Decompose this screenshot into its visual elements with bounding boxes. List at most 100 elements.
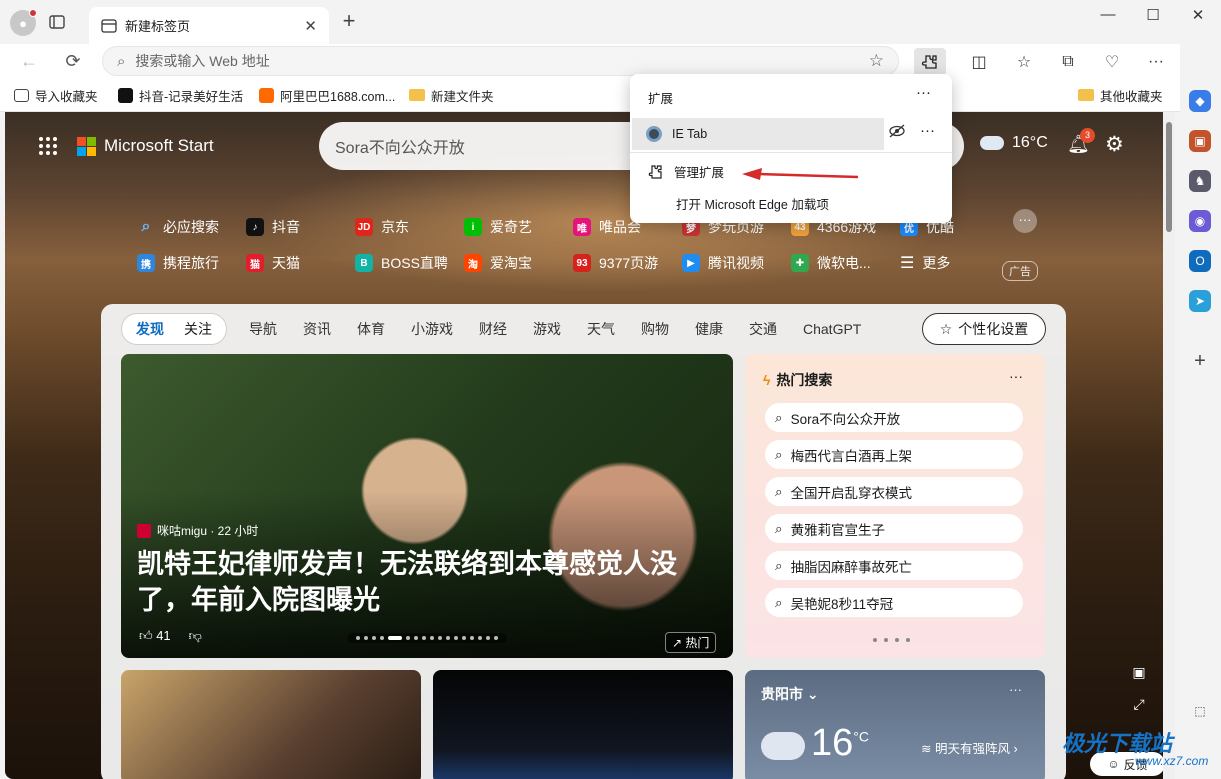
nav-item[interactable]: 交通 — [749, 319, 777, 339]
fav-1688[interactable]: 阿里巴巴1688.com... — [259, 86, 395, 104]
watermark-url: www.xz7.com — [1135, 754, 1209, 768]
like-button[interactable]: 👍︎ 41 — [139, 628, 171, 644]
favorites-icon[interactable]: ☆ — [1008, 48, 1040, 76]
weather-widget[interactable]: 16°C — [980, 134, 1048, 152]
personalize-button[interactable]: ☆ 个性化设置 — [922, 313, 1046, 345]
page-scrollbar[interactable] — [1163, 112, 1175, 779]
tab-follow[interactable]: 关注 — [174, 319, 222, 339]
toolbox-icon[interactable]: ▣ — [1189, 130, 1211, 152]
hot-search-item[interactable]: ⌕ Sora不向公众开放 — [765, 403, 1023, 432]
nav-item[interactable]: 小游戏 — [411, 319, 453, 339]
address-bar[interactable]: ⌕ 搜索或输入 Web 地址 ☆ — [102, 46, 899, 76]
scrollbar-thumb[interactable] — [1166, 122, 1172, 232]
hot-search-panel: ϟ 热门搜索 ··· ⌕ Sora不向公众开放 ⌕ 梅西代言白酒再上架 ⌕ 全国开启乱穿… — [745, 354, 1045, 658]
nav-item[interactable]: 健康 — [695, 319, 723, 339]
collections-icon[interactable]: ⧉ — [1052, 48, 1084, 76]
quick-link-aitaobao[interactable]: 淘爱淘宝 — [464, 252, 532, 274]
apps-grid-icon[interactable] — [39, 137, 57, 155]
nav-item[interactable]: 体育 — [357, 319, 385, 339]
nav-item[interactable]: 游戏 — [533, 319, 561, 339]
notifications-bell-icon[interactable]: 🔔︎ 3 — [1067, 128, 1095, 156]
favorite-star-icon[interactable]: ☆ — [869, 51, 884, 71]
microsoft-start-logo[interactable]: Microsoft Start — [77, 136, 214, 156]
screenshot-icon[interactable]: ⬚ — [1189, 700, 1211, 722]
games-icon[interactable]: ♞ — [1189, 170, 1211, 192]
hot-search-item[interactable]: ⌕ 吴艳妮8秒11夺冠 — [765, 588, 1023, 617]
hero-title[interactable]: 凯特王妃律师发声！无法联络到本尊感觉人没了，年前入院图曝光 — [137, 546, 717, 618]
fav-douyin[interactable]: 抖音-记录美好生活 — [118, 86, 243, 104]
extension-item-more-icon[interactable]: ··· — [920, 122, 935, 139]
tag-icon[interactable]: ◆ — [1189, 90, 1211, 112]
extension-item-ie-tab[interactable]: IE Tab — [632, 118, 884, 150]
hot-search-pager[interactable] — [873, 638, 910, 642]
tab-discover[interactable]: 发现 — [126, 319, 174, 339]
new-tab-button[interactable]: + — [338, 10, 360, 33]
news-card[interactable] — [433, 670, 733, 779]
hot-search-item[interactable]: ⌕ 梅西代言白酒再上架 — [765, 440, 1023, 469]
hot-search-item[interactable]: ⌕ 黄雅莉官宣生子 — [765, 514, 1023, 543]
quick-link-more[interactable]: ☰ 更多 — [900, 252, 950, 274]
jd-icon: JD — [355, 218, 373, 236]
manage-extensions-item[interactable]: 管理扩展 — [648, 162, 724, 181]
quick-link-iqiyi[interactable]: i 爱奇艺 — [464, 216, 532, 238]
hot-search-item[interactable]: ⌕ 全国开启乱穿衣模式 — [765, 477, 1023, 506]
quick-link-ctrip[interactable]: 携携程旅行 — [137, 252, 219, 274]
m365-icon[interactable]: ◉ — [1189, 210, 1211, 232]
carousel-dots[interactable] — [347, 633, 507, 643]
fav-import[interactable]: 导入收藏夹 — [14, 86, 98, 104]
tab-title: 新建标签页 — [125, 19, 191, 34]
weather-more-icon[interactable]: ··· — [1009, 682, 1022, 697]
weather-city[interactable]: 贵阳市 ⌄ — [761, 684, 819, 704]
extensions-popup-more-icon[interactable]: ··· — [916, 84, 931, 101]
performance-icon[interactable]: ♡ — [1096, 48, 1128, 76]
tab-actions-icon[interactable] — [48, 13, 66, 31]
quick-link-bing[interactable]: ⌕ 必应搜索 — [137, 216, 219, 238]
extensions-button[interactable] — [914, 48, 946, 76]
add-sidebar-icon[interactable]: + — [1189, 350, 1211, 372]
dislike-icon[interactable]: 👎︎ — [189, 628, 202, 644]
refresh-button[interactable]: ⟳ — [60, 49, 86, 73]
nav-item[interactable]: 财经 — [479, 319, 507, 339]
boss-icon: B — [355, 254, 373, 272]
expand-icon[interactable]: ⤢ — [1127, 696, 1151, 720]
weather-card[interactable]: 贵阳市 ⌄ ··· 16°C ≋ 明天有强阵风 › — [745, 670, 1045, 779]
address-placeholder: 搜索或输入 Web 地址 — [135, 53, 270, 69]
hide-from-toolbar-icon[interactable] — [888, 124, 906, 141]
open-edge-addons-item[interactable]: 打开 Microsoft Edge 加载项 — [676, 194, 829, 213]
send-icon[interactable]: ➤ — [1189, 290, 1211, 312]
close-window-button[interactable]: ✕ — [1175, 6, 1221, 28]
quick-link-boss[interactable]: B BOSS直聘 — [355, 252, 448, 274]
split-screen-icon[interactable]: ◫ — [963, 48, 995, 76]
hot-search-item[interactable]: ⌕ 抽脂因麻醉事故死亡 — [765, 551, 1023, 580]
weather-forecast[interactable]: ≋ 明天有强阵风 › — [921, 738, 1018, 757]
nav-item[interactable]: 导航 — [249, 319, 277, 339]
outlook-icon[interactable]: O — [1189, 250, 1211, 272]
fav-other[interactable]: 其他收藏夹 — [1078, 86, 1163, 104]
search-icon: ⌕ — [775, 594, 783, 610]
nav-item[interactable]: 购物 — [641, 319, 669, 339]
fav-new-folder[interactable]: 新建文件夹 — [409, 86, 494, 104]
quick-link-9377[interactable]: 93 9377页游 — [573, 252, 658, 274]
nav-item[interactable]: 资讯 — [303, 319, 331, 339]
hero-news-card[interactable]: 咪咕migu · 22 小时 凯特王妃律师发声！无法联络到本尊感觉人没了，年前入… — [121, 354, 733, 658]
back-button[interactable]: ← — [16, 49, 42, 73]
quick-link-ms-store[interactable]: ✚ 微软电... — [791, 252, 871, 274]
nav-item[interactable]: 天气 — [587, 319, 615, 339]
toolbar: ← ⟳ ⌕ 搜索或输入 Web 地址 ☆ ◫ ☆ ⧉ ♡ ··· — [0, 44, 1221, 78]
close-tab-icon[interactable]: ✕ — [304, 17, 317, 35]
more-menu-icon[interactable]: ··· — [1140, 48, 1172, 76]
quick-link-tmall[interactable]: 猫天猫 — [246, 252, 300, 274]
browser-tab[interactable]: 新建标签页 ✕ — [89, 7, 329, 44]
hot-search-more-icon[interactable]: ··· — [1009, 368, 1023, 384]
background-image-icon[interactable]: ▣ — [1127, 664, 1151, 688]
quick-link-jd[interactable]: JD 京东 — [355, 216, 409, 238]
minimize-button[interactable]: — — [1085, 6, 1131, 28]
quick-link-douyin[interactable]: ♪ 抖音 — [246, 216, 300, 238]
page-settings-gear-icon[interactable]: ⚙ — [1105, 132, 1124, 157]
profile-avatar[interactable]: ● — [10, 9, 37, 36]
nav-item[interactable]: ChatGPT — [803, 321, 861, 337]
quick-links-more-icon[interactable]: ··· — [1013, 209, 1037, 233]
news-card[interactable] — [121, 670, 421, 779]
quick-link-tencent-video[interactable]: ▶ 腾讯视频 — [682, 252, 764, 274]
maximize-button[interactable]: ☐ — [1130, 6, 1176, 28]
